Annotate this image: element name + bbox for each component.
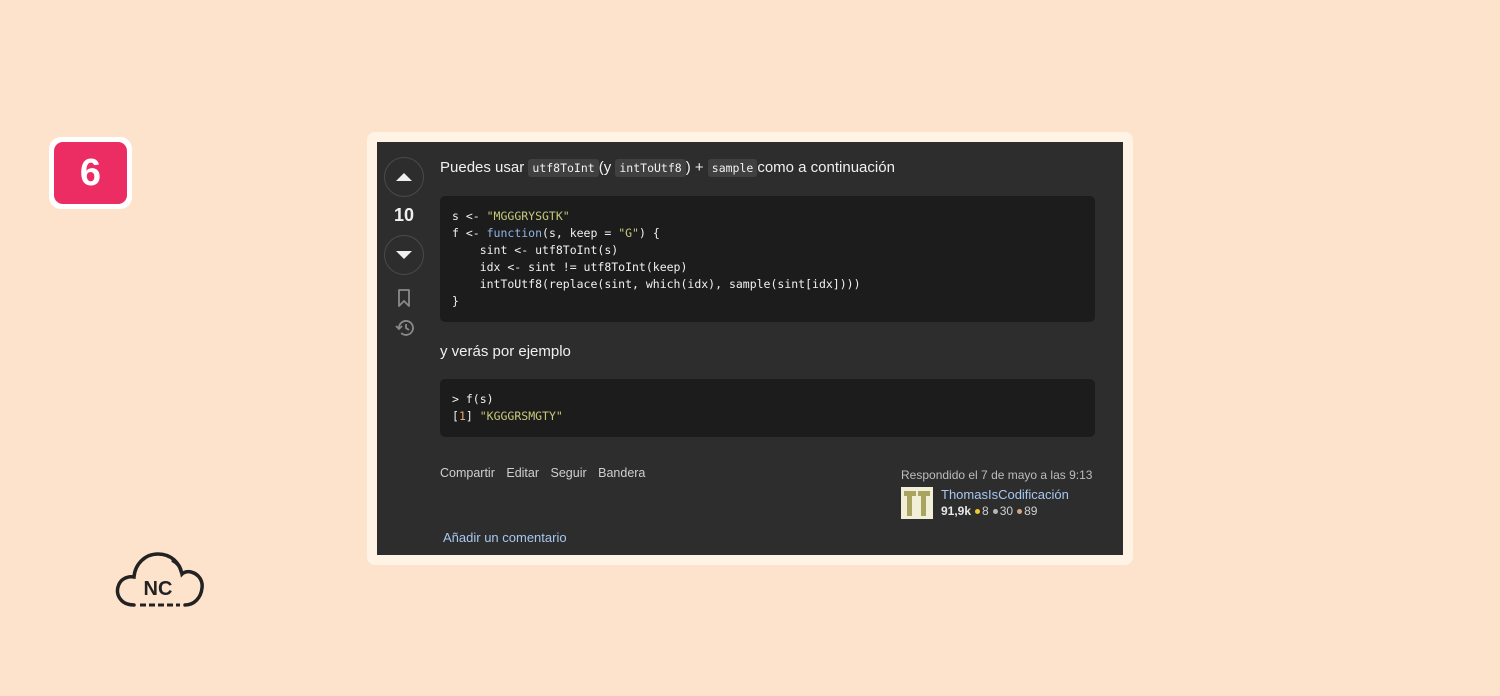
downvote-button[interactable] (384, 235, 424, 275)
vote-column: 10 (384, 157, 425, 339)
code-line: > f(s) (452, 392, 494, 406)
answer-body: Puedes usar utf8ToInt (y intToUtf8) + sam… (440, 158, 1095, 437)
bookmark-icon[interactable] (394, 288, 414, 308)
step-badge: 6 (49, 137, 132, 209)
intro-text: Puedes usar (440, 159, 529, 176)
reputation-score: 91,9k (941, 504, 972, 518)
answer-panel: 10 Puedes usar utf8ToInt (y intToUtf8) + … (377, 142, 1123, 555)
gold-badge-icon (975, 509, 981, 514)
code-block: s <- "MGGGRYSGTK" f <- function(s, keep … (440, 196, 1095, 322)
code-line: sint <- utf8ToInt(s) (452, 243, 619, 257)
vote-count: 10 (393, 205, 415, 225)
username-link[interactable]: ThomasIsCodificación (941, 487, 1069, 502)
avatar[interactable] (901, 487, 933, 519)
history-icon[interactable] (394, 317, 416, 339)
reputation-row: 91,9k 8 30 89 (941, 504, 1069, 518)
step-number: 6 (54, 142, 127, 204)
intro-text: ) + (685, 159, 708, 176)
gold-badge-count: 8 (982, 504, 989, 518)
arrow-up-icon (396, 173, 412, 181)
intro-text: como a continuación (757, 159, 895, 176)
flag-link[interactable]: Bandera (598, 466, 645, 480)
upvote-button[interactable] (384, 157, 424, 197)
answer-intro: Puedes usar utf8ToInt (y intToUtf8) + sam… (440, 158, 1095, 178)
silver-badge-icon (992, 509, 998, 514)
inline-code: utf8ToInt (528, 159, 599, 177)
code-line: } (452, 294, 459, 308)
user-info: ThomasIsCodificación 91,9k 8 30 89 (941, 487, 1069, 519)
edit-link[interactable]: Editar (506, 466, 539, 480)
inline-code: sample (707, 159, 758, 177)
code-token: f <- (452, 226, 487, 240)
code-token: s <- (452, 209, 487, 223)
output-block: > f(s) [1] "KGGGRSMGTY" (440, 379, 1095, 437)
nc-cloud-logo: NC (115, 552, 204, 607)
post-menu: Compartir Editar Seguir Bandera (440, 466, 653, 480)
add-comment-link[interactable]: Añadir un comentario (443, 530, 567, 545)
code-token: ] (465, 409, 480, 423)
inline-code: intToUtf8 (615, 159, 686, 177)
svg-text:NC: NC (144, 578, 173, 600)
bronze-badge-count: 89 (1024, 504, 1038, 518)
code-token: (s, keep = (542, 226, 619, 240)
code-line: idx <- sint != utf8ToInt(keep) (452, 260, 688, 274)
code-token: ) { (638, 226, 660, 240)
follow-link[interactable]: Seguir (551, 466, 587, 480)
answered-timestamp: Respondido el 7 de mayo a las 9:13 (901, 468, 1093, 482)
code-number: 1 (458, 409, 466, 423)
share-link[interactable]: Compartir (440, 466, 495, 480)
code-token: [ (452, 409, 459, 423)
user-row: ThomasIsCodificación 91,9k 8 30 89 (901, 487, 1111, 519)
code-string: "G" (618, 226, 639, 240)
answer-paragraph: y verás por ejemplo (440, 343, 571, 360)
avatar-image (901, 487, 933, 519)
code-line: intToUtf8(replace(sint, which(idx), samp… (452, 277, 861, 291)
silver-badge-count: 30 (999, 504, 1014, 518)
intro-text: (y (598, 159, 616, 176)
arrow-down-icon (396, 251, 412, 259)
bronze-badge-icon (1017, 509, 1023, 514)
code-string: "KGGGRSMGTY" (479, 409, 563, 423)
code-string: "MGGGRYSGTK" (486, 209, 570, 223)
code-keyword: function (486, 226, 543, 240)
user-signature: Respondido el 7 de mayo a las 9:13 Thoma… (901, 468, 1111, 519)
